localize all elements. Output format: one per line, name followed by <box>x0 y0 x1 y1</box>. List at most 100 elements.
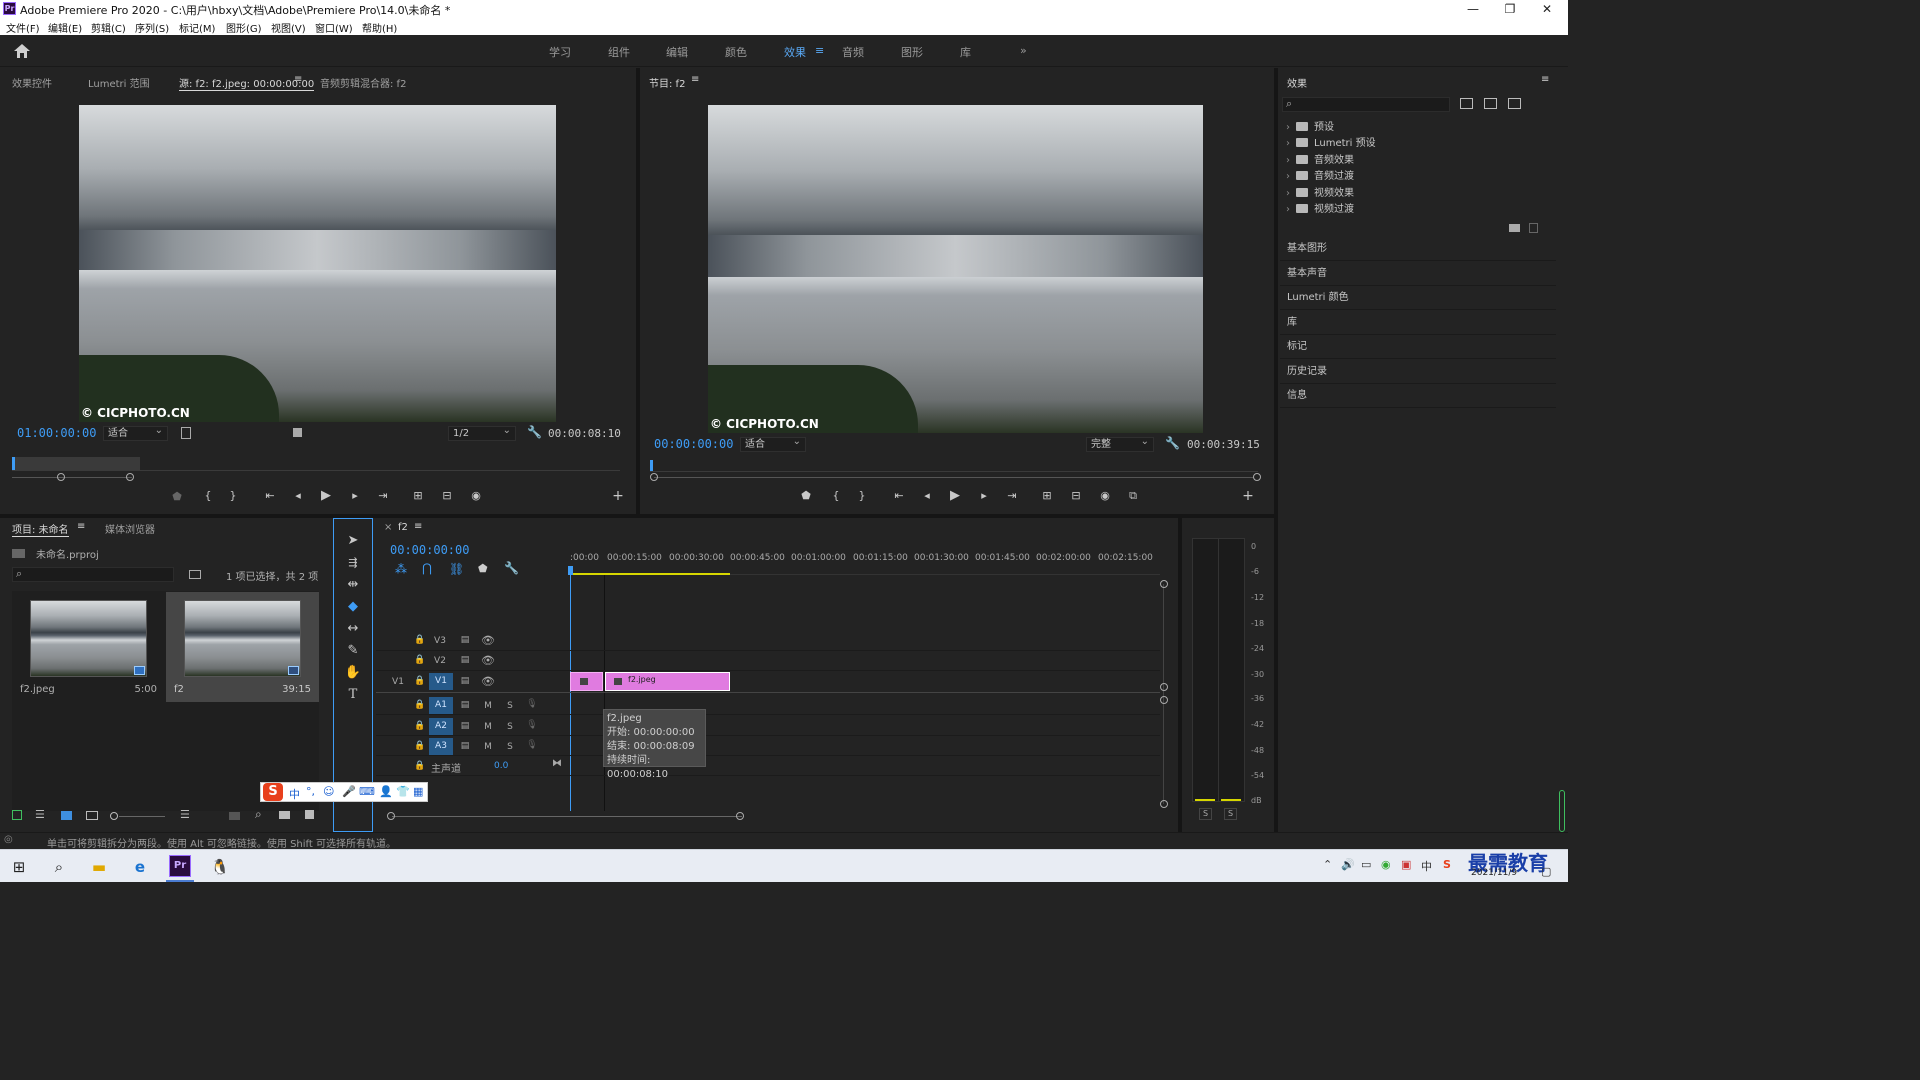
source-go-to-out-icon[interactable]: ⇥ <box>375 489 391 502</box>
track-target-a2[interactable]: A2 <box>429 718 453 735</box>
program-comparison-view-icon[interactable]: ⧉ <box>1125 489 1141 503</box>
program-step-back-icon[interactable]: ◂ <box>919 489 935 502</box>
menu-window[interactable]: 窗口(W) <box>315 20 353 35</box>
source-mark-out-icon[interactable]: } <box>225 489 241 502</box>
source-step-forward-icon[interactable]: ▸ <box>347 489 363 502</box>
program-quality-dropdown[interactable]: 完整 <box>1086 435 1154 452</box>
sogou-logo-icon[interactable]: S <box>263 783 283 801</box>
tray-chevron-icon[interactable]: ⌃ <box>1323 858 1332 871</box>
horizontal-scroll-handle-right[interactable] <box>736 812 744 820</box>
32bit-effects-icon[interactable] <box>1484 98 1497 109</box>
premiere-taskbar-icon[interactable]: Pr <box>169 855 191 877</box>
find-icon[interactable]: ⌕ <box>255 807 262 822</box>
icon-view-icon[interactable] <box>61 811 72 820</box>
tray-network-icon[interactable]: ▣ <box>1401 858 1411 871</box>
vertical-scroll-handle-mid2[interactable] <box>1160 696 1168 704</box>
meter-solo-left[interactable]: S <box>1199 808 1212 820</box>
program-fit-dropdown[interactable]: 适合 <box>740 435 806 452</box>
sync-lock-icon[interactable]: ▤ <box>458 635 472 645</box>
effects-tree-audio-effects[interactable]: › 音频效果 <box>1286 151 1354 166</box>
windows-start-icon[interactable]: ⊞ <box>8 856 30 878</box>
tab-effect-controls[interactable]: 效果控件 <box>12 75 52 90</box>
program-lift-icon[interactable]: ⊞ <box>1039 489 1055 502</box>
sort-icon[interactable]: ☰ <box>180 808 190 821</box>
effects-tree-video-effects[interactable]: › 视频效果 <box>1286 184 1354 199</box>
lock-track-icon[interactable]: 🔒 <box>413 700 427 710</box>
effects-tree-presets[interactable]: › 预设 <box>1286 118 1334 133</box>
workspace-effects[interactable]: 效果 <box>784 44 806 60</box>
slip-tool-icon[interactable]: ↔ <box>344 620 362 638</box>
ime-emoji-icon[interactable]: ☺ <box>323 785 334 798</box>
menu-sequence[interactable]: 序列(S) <box>135 20 169 35</box>
sync-lock-icon[interactable]: ▤ <box>458 721 472 731</box>
program-go-to-in-icon[interactable]: ⇤ <box>891 489 907 502</box>
workspace-assembly[interactable]: 组件 <box>608 44 630 60</box>
track-target-a1[interactable]: A1 <box>429 697 453 714</box>
track-label-v2[interactable]: V2 <box>433 656 447 666</box>
panel-libraries[interactable]: 库 <box>1280 311 1556 335</box>
program-panel-menu-icon[interactable]: ≡ <box>691 74 699 85</box>
program-preview-image[interactable]: © CICPHOTO.CN <box>708 105 1203 433</box>
close-window-button[interactable]: ✕ <box>1537 1 1557 17</box>
menu-view[interactable]: 视图(V) <box>271 20 306 35</box>
panel-essential-graphics[interactable]: 基本图形 <box>1280 237 1556 261</box>
ime-skin-icon[interactable]: 👕 <box>396 785 410 798</box>
freeform-view-icon[interactable] <box>86 811 98 820</box>
hand-tool-icon[interactable]: ✋ <box>344 664 362 682</box>
panel-markers[interactable]: 标记 <box>1280 335 1556 359</box>
clip-segment-right[interactable]: f2.jpeg <box>605 672 730 691</box>
workspaces-overflow-icon[interactable]: » <box>1020 44 1027 57</box>
toggle-output-eye-icon[interactable]: 👁 <box>481 675 495 688</box>
program-settings-wrench-icon[interactable]: 🔧 <box>1165 436 1180 450</box>
source-settings-wrench-icon[interactable]: 🔧 <box>527 425 542 439</box>
source-insert-icon[interactable]: ⊞ <box>410 489 426 502</box>
ime-user-icon[interactable]: 👤 <box>379 785 393 798</box>
voice-over-mic-icon[interactable]: 🎙 <box>525 740 539 750</box>
ime-punctuation-toggle[interactable]: °, <box>306 785 315 798</box>
project-panel-menu-icon[interactable]: ≡ <box>77 521 85 532</box>
program-go-to-out-icon[interactable]: ⇥ <box>1004 489 1020 502</box>
new-bin-icon[interactable] <box>279 811 290 819</box>
timeline-horizontal-scrollbar[interactable] <box>392 816 742 817</box>
workspace-audio[interactable]: 音频 <box>842 44 864 60</box>
source-step-back-icon[interactable]: ◂ <box>290 489 306 502</box>
go-to-next-keyframe-icon[interactable]: ⧓ <box>552 758 562 769</box>
panel-history[interactable]: 历史记录 <box>1280 360 1556 384</box>
source-zoom-handle-left[interactable] <box>57 473 65 481</box>
drag-video-icon[interactable] <box>293 428 302 437</box>
home-icon[interactable] <box>14 44 30 58</box>
qq-icon[interactable]: 🐧 <box>209 856 231 878</box>
lock-track-icon[interactable]: 🔒 <box>413 676 427 686</box>
vertical-scroll-handle-top[interactable] <box>1160 580 1168 588</box>
playhead-handle[interactable] <box>568 566 573 575</box>
program-time-ruler[interactable] <box>650 460 1258 472</box>
ime-voice-icon[interactable]: 🎤 <box>342 785 356 798</box>
program-mark-out-icon[interactable]: } <box>854 489 870 502</box>
source-fit-dropdown[interactable]: 适合 <box>103 424 168 441</box>
program-mark-in-icon[interactable]: { <box>828 489 844 502</box>
snap-icon[interactable]: ⋂ <box>422 561 432 575</box>
yuv-effects-icon[interactable] <box>1508 98 1521 109</box>
lock-track-icon[interactable]: 🔒 <box>413 761 427 771</box>
project-search-input[interactable]: ⌕ <box>12 567 174 582</box>
sync-lock-icon[interactable]: ▤ <box>458 655 472 665</box>
workspace-editing[interactable]: 编辑 <box>666 44 688 60</box>
source-export-frame-icon[interactable]: ◉ <box>468 489 484 502</box>
mute-button[interactable]: M <box>481 701 495 711</box>
lock-track-icon[interactable]: 🔒 <box>413 635 427 645</box>
lock-track-icon[interactable]: 🔒 <box>413 721 427 731</box>
clip-segment-left[interactable] <box>570 672 603 691</box>
tab-program[interactable]: 节目: f2 <box>649 75 685 90</box>
source-play-icon[interactable]: ▶ <box>318 488 334 503</box>
source-panel-menu-icon[interactable]: ≡ <box>294 74 302 85</box>
vertical-scroll-handle-bottom[interactable] <box>1160 800 1168 808</box>
edge-browser-icon[interactable]: e <box>129 856 151 878</box>
ime-mode-toggle[interactable]: 中 <box>289 786 300 802</box>
tab-project[interactable]: 项目: 未命名 <box>12 521 69 537</box>
effects-search-input[interactable] <box>1299 98 1447 111</box>
sync-lock-icon[interactable]: ▤ <box>458 676 472 686</box>
solo-button[interactable]: S <box>503 722 517 732</box>
insert-nest-icon[interactable]: ⁂ <box>395 562 407 576</box>
track-target-a3[interactable]: A3 <box>429 738 453 755</box>
ime-keyboard-icon[interactable]: ⌨ <box>359 785 375 798</box>
